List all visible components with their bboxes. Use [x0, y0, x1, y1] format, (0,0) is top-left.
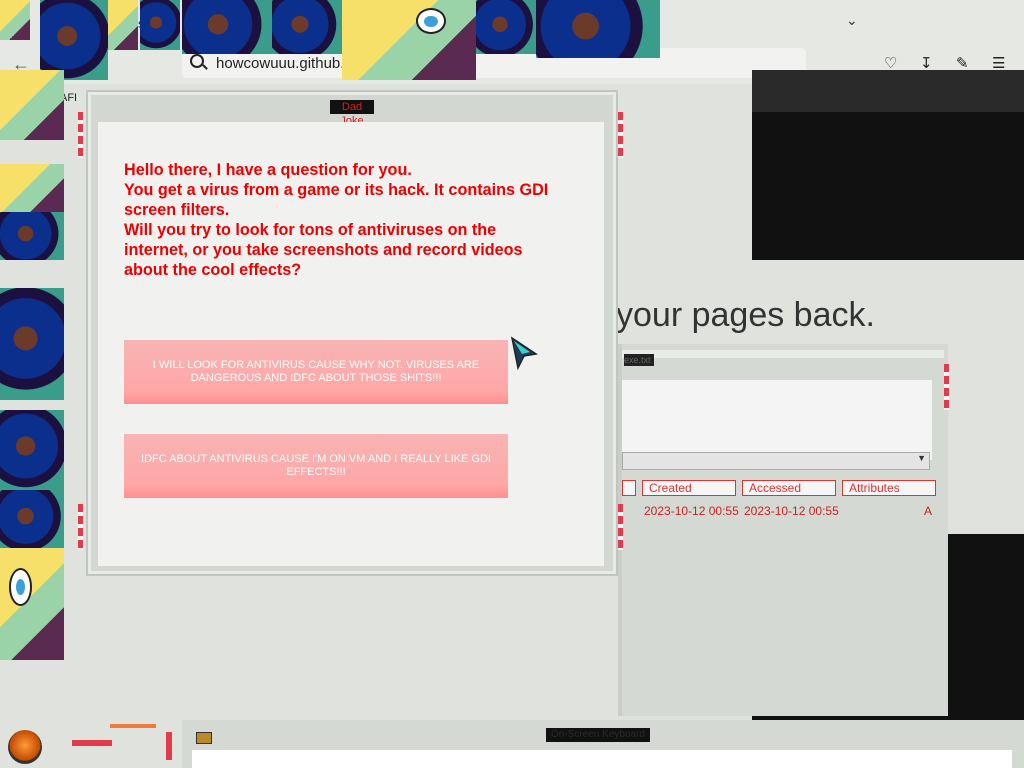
chevron-down-icon[interactable]: ▼ [917, 453, 926, 463]
cursor-icon [510, 336, 538, 370]
cell-created: 2023-10-12 00:55 [644, 504, 739, 518]
decor-red-bar [166, 732, 172, 760]
dialog-title: Dad Joke [330, 100, 374, 127]
decor-orange-bar [110, 724, 156, 728]
cell-accessed: 2023-10-12 00:55 [744, 504, 839, 518]
path-dropdown[interactable]: ▼ [622, 452, 930, 470]
sprite-tile [108, 0, 138, 50]
keyboard-window: On-Screen Keyboard [182, 720, 1024, 768]
option-antivirus-button[interactable]: I WILL LOOK FOR ANTIVIRUS CAUSE WHY NOT.… [124, 340, 508, 404]
dialog-edge-accent [618, 112, 623, 158]
column-header-edge[interactable] [622, 480, 636, 496]
column-header-attributes[interactable]: Attributes [842, 480, 936, 496]
keyboard-window-body [192, 750, 1012, 768]
option-vm-button[interactable]: IDFC ABOUT ANTIVIRUS CAUSE I'M ON VM AND… [124, 434, 508, 498]
message-line-3: Will you try to look for tons of antivir… [124, 221, 523, 279]
dad-joke-dialog: Dad Joke Hello there, I have a question … [78, 90, 623, 576]
sprite-tile [182, 0, 272, 54]
sprite-tile [0, 410, 64, 490]
dialog-message: Hello there, I have a question for you. … [124, 160, 564, 280]
search-icon [190, 54, 204, 68]
explorer-content [622, 380, 932, 460]
window-edge-accent [944, 364, 949, 410]
page-headline: your pages back. [616, 296, 875, 334]
window-title: exe.txt [624, 354, 654, 366]
explorer-window: exe.txt ▼ Created Accessed Attributes 20… [618, 344, 949, 716]
decor-red-bar [72, 740, 112, 746]
sprite-tile [0, 490, 64, 548]
dialog-edge-accent [78, 112, 83, 158]
cell-attributes: A [924, 504, 933, 518]
sprite-tile [536, 0, 660, 58]
sprite-tile [0, 70, 64, 140]
sprite-tile [0, 288, 64, 400]
sprite-tile [272, 0, 342, 54]
dialog-edge-accent [618, 504, 623, 550]
glitch-dark-band [752, 70, 1024, 112]
chevron-down-icon[interactable]: ⌄ [846, 12, 858, 29]
sprite-tile [476, 0, 536, 54]
column-header-accessed[interactable]: Accessed [742, 480, 836, 496]
sprite-tile [140, 0, 180, 50]
sprite-tile [0, 164, 64, 212]
sprite-tile [0, 0, 30, 40]
sprite-tile [342, 0, 476, 80]
column-header-created[interactable]: Created [642, 480, 736, 496]
sprite-tile [0, 548, 64, 660]
dialog-edge-accent [78, 504, 83, 550]
start-orb-icon[interactable] [8, 730, 42, 764]
keyboard-window-title: On-Screen Keyboard [546, 728, 650, 742]
message-line-2: You get a virus from a game or its hack.… [124, 181, 549, 219]
sprite-tile [40, 0, 108, 80]
sprite-tile [0, 212, 64, 260]
message-line-1: Hello there, I have a question for you. [124, 161, 412, 179]
window-titlebar [622, 350, 944, 358]
keyboard-icon [196, 732, 212, 744]
